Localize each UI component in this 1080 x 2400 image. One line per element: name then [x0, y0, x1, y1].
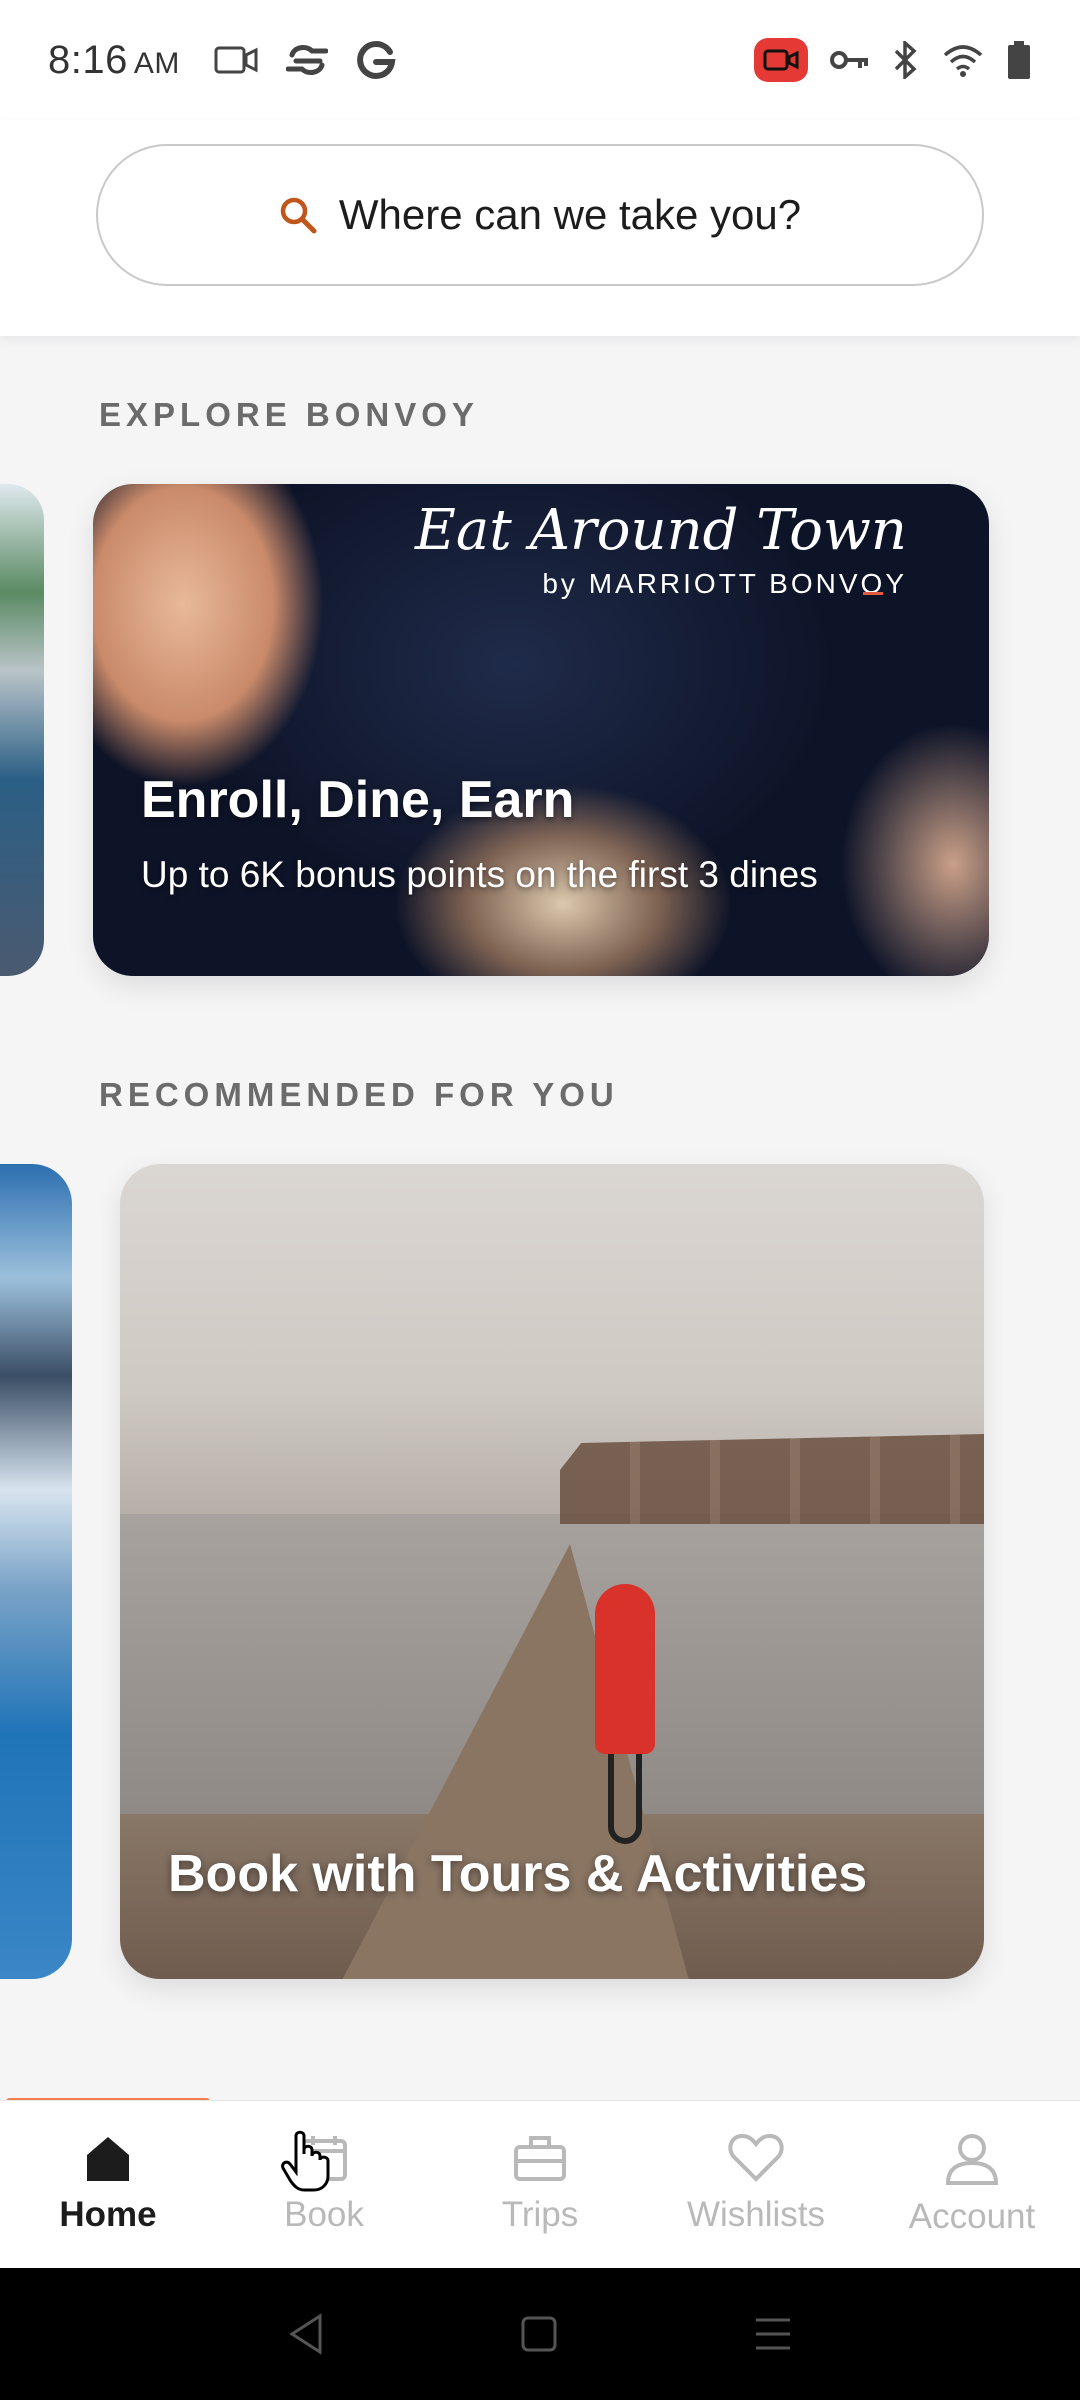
brand-underline [862, 592, 884, 595]
hand-cursor-icon [280, 2128, 334, 2199]
back-icon[interactable] [286, 2312, 326, 2356]
menu-icon[interactable] [752, 2314, 794, 2354]
brand-subtitle-end: Y [885, 568, 907, 599]
nav-label-home: Home [59, 2195, 157, 2234]
heart-icon [728, 2133, 784, 2183]
home-square-icon[interactable] [519, 2314, 559, 2354]
vpn-key-icon [830, 48, 870, 72]
card-image-huts [560, 1434, 984, 1524]
recommended-card[interactable]: Book with Tours & Activities [120, 1164, 984, 1979]
brand-subtitle-text: by MARRIOTT BONV [542, 568, 861, 599]
status-time-value: 8:16 [48, 37, 128, 82]
nav-label-wishlists: Wishlists [686, 2195, 826, 2234]
search-placeholder: Where can we take you? [338, 191, 802, 238]
search-icon [279, 196, 317, 234]
google-icon [356, 40, 396, 80]
nav-label-book: Book [284, 2195, 364, 2234]
recommended-card-heading: Book with Tours & Activities [168, 1845, 868, 1903]
brand-subtitle-o: O [861, 568, 886, 599]
system-nav-bar [0, 2268, 1080, 2400]
explore-card-previous[interactable] [0, 484, 44, 976]
bottom-nav: Home Book Trips Wishlists Account [0, 2100, 1080, 2268]
status-bar: 8:16 AM [0, 0, 1080, 120]
bluetooth-icon [892, 41, 920, 79]
explore-card[interactable]: Eat Around Town by MARRIOTT BONVO Y Enrol… [93, 484, 989, 976]
nav-label-trips: Trips [501, 2195, 579, 2234]
nav-item-account[interactable]: Account [864, 2101, 1080, 2268]
header: Where can we take you? [0, 120, 1080, 336]
home-icon [83, 2133, 133, 2183]
suitcase-icon [513, 2133, 567, 2183]
recommended-section-title: RECOMMENDED FOR YOU [99, 1076, 619, 1113]
person-icon [945, 2133, 999, 2185]
explore-section-title: EXPLORE BONVOY [99, 396, 479, 433]
recommended-card-previous[interactable] [0, 1164, 72, 1979]
nav-label-account: Account [908, 2197, 1036, 2236]
nav-item-wishlists[interactable]: Wishlists [648, 2101, 864, 2268]
card-image-rider [595, 1584, 655, 1754]
battery-icon [1006, 40, 1032, 80]
brand-subtitle: by MARRIOTT BONVO Y [542, 568, 907, 600]
explore-card-subtext: Up to 6K bonus points on the first 3 din… [141, 854, 818, 895]
status-time: 8:16 AM [48, 38, 180, 83]
status-right-icons [754, 38, 1032, 82]
cloud-sync-icon [285, 43, 328, 77]
status-time-ampm: AM [133, 46, 180, 80]
wifi-icon [942, 43, 984, 77]
brand-title: Eat Around Town [415, 498, 907, 563]
search-input[interactable]: Where can we take you? [96, 144, 984, 286]
screen-record-icon [754, 38, 808, 82]
video-camera-icon [214, 45, 258, 75]
nav-item-home[interactable]: Home [0, 2101, 216, 2268]
explore-card-heading: Enroll, Dine, Earn [141, 771, 575, 829]
status-left-icons [214, 40, 396, 80]
nav-item-trips[interactable]: Trips [432, 2101, 648, 2268]
